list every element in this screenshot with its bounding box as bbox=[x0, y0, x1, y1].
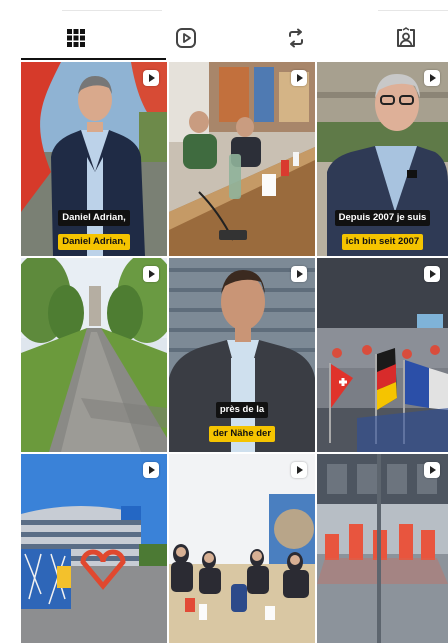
video-subtitles: Daniel Adrian, Daniel Adrian, bbox=[21, 210, 167, 250]
post-image bbox=[317, 454, 448, 643]
reel-indicator-icon bbox=[291, 462, 307, 478]
video-subtitles: Depuis 2007 je suis ich bin seit 2007 bbox=[317, 210, 448, 250]
reel-indicator-icon bbox=[291, 70, 307, 86]
subtitle-line: der Nähe der bbox=[208, 426, 276, 442]
reel-indicator-icon bbox=[424, 266, 440, 282]
subtitle-line: Depuis 2007 je suis bbox=[334, 210, 431, 226]
post-image bbox=[169, 62, 315, 256]
reel-indicator-icon bbox=[143, 70, 159, 86]
post-tile[interactable]: Daniel Adrian, Daniel Adrian, bbox=[21, 62, 167, 256]
post-tile[interactable] bbox=[169, 62, 315, 256]
post-image bbox=[21, 454, 167, 643]
post-tile[interactable] bbox=[169, 454, 315, 643]
post-tile[interactable] bbox=[21, 258, 167, 452]
reel-indicator-icon bbox=[143, 462, 159, 478]
subtitle-line: Daniel Adrian, bbox=[58, 234, 130, 250]
post-image bbox=[317, 258, 448, 452]
tagged-person-icon bbox=[397, 27, 415, 47]
divider bbox=[378, 10, 448, 11]
post-tile[interactable] bbox=[317, 258, 448, 452]
post-tile[interactable] bbox=[317, 454, 448, 643]
divider bbox=[62, 10, 162, 11]
video-subtitles: près de la der Nähe der bbox=[169, 402, 315, 442]
subtitle-line: près de la bbox=[215, 402, 269, 418]
repost-icon bbox=[289, 28, 303, 48]
reel-indicator-icon bbox=[143, 266, 159, 282]
post-image bbox=[21, 258, 167, 452]
post-image bbox=[169, 454, 315, 643]
post-tile[interactable]: près de la der Nähe der bbox=[169, 258, 315, 452]
tab-grid[interactable] bbox=[62, 24, 90, 52]
reel-indicator-icon bbox=[424, 462, 440, 478]
subtitle-line: Daniel Adrian, bbox=[58, 210, 130, 226]
post-tile[interactable] bbox=[21, 454, 167, 643]
tab-reposts[interactable] bbox=[282, 24, 310, 52]
subtitle-line: ich bin seit 2007 bbox=[341, 234, 424, 250]
post-tile[interactable]: Depuis 2007 je suis ich bin seit 2007 bbox=[317, 62, 448, 256]
reel-indicator-icon bbox=[291, 266, 307, 282]
tab-tagged[interactable] bbox=[392, 24, 420, 52]
reels-play-icon bbox=[176, 28, 196, 48]
grid-icon bbox=[67, 29, 85, 47]
posts-grid: Daniel Adrian, Daniel Adrian, Depuis 200… bbox=[21, 62, 448, 643]
reel-indicator-icon bbox=[424, 70, 440, 86]
active-tab-indicator bbox=[21, 58, 166, 60]
profile-tab-bar bbox=[0, 0, 448, 60]
tab-reels[interactable] bbox=[172, 24, 200, 52]
